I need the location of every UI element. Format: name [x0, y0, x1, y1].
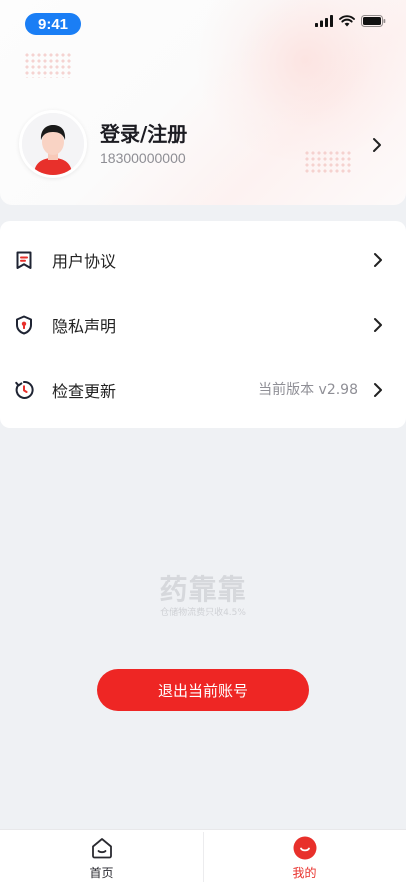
refresh-clock-icon: [15, 380, 34, 399]
menu-item-privacy[interactable]: 隐私声明: [0, 293, 406, 357]
tab-label: 首页: [89, 866, 114, 880]
tab-mine[interactable]: 我的: [203, 830, 406, 883]
battery-icon: [361, 15, 386, 27]
chevron-right-icon: [374, 318, 382, 332]
avatar[interactable]: [19, 110, 87, 178]
document-bookmark-icon: [16, 251, 32, 269]
decorative-dots: [304, 150, 352, 174]
settings-menu: 用户协议 隐私声明 检查更新 当前版本 v2.98: [0, 221, 406, 428]
profile-phone: 18300000000: [100, 150, 186, 166]
status-icons: [315, 15, 386, 27]
tab-home[interactable]: 首页: [0, 830, 203, 883]
menu-item-label: 隐私声明: [52, 317, 117, 336]
brand-slogan: 仓储物流费只收4.5%: [160, 608, 246, 618]
chevron-right-icon: [374, 253, 382, 267]
status-bar: 9:41: [0, 0, 406, 46]
shield-lock-icon: [16, 315, 32, 335]
profile-header: 9:41 登录/注册 18300000000: [0, 0, 406, 205]
menu-item-label: 检查更新: [52, 382, 117, 401]
tab-bar: 首页 我的: [0, 829, 406, 883]
login-register-link[interactable]: 登录/注册: [100, 118, 187, 147]
user-avatar-icon: [22, 113, 84, 175]
home-icon: [92, 838, 112, 859]
brand-logo: 药靠靠: [159, 573, 247, 606]
status-time: 9:41: [25, 13, 81, 35]
wifi-icon: [339, 15, 355, 27]
menu-item-user-agreement[interactable]: 用户协议: [0, 228, 406, 292]
profile-icon: [293, 836, 317, 860]
signal-icon: [315, 15, 333, 27]
tab-label: 我的: [292, 866, 317, 880]
logout-button[interactable]: 退出当前账号: [97, 669, 309, 711]
chevron-right-icon[interactable]: [372, 137, 382, 153]
version-text: 当前版本 v2.98: [258, 382, 358, 398]
decorative-dots: [24, 52, 72, 78]
chevron-right-icon: [374, 383, 382, 397]
menu-item-check-update[interactable]: 检查更新 当前版本 v2.98: [0, 358, 406, 422]
profile-screen: 9:41 登录/注册 18300000000 用户协议 隐私声明 检查更新 当前…: [0, 0, 406, 883]
menu-item-label: 用户协议: [52, 252, 117, 271]
